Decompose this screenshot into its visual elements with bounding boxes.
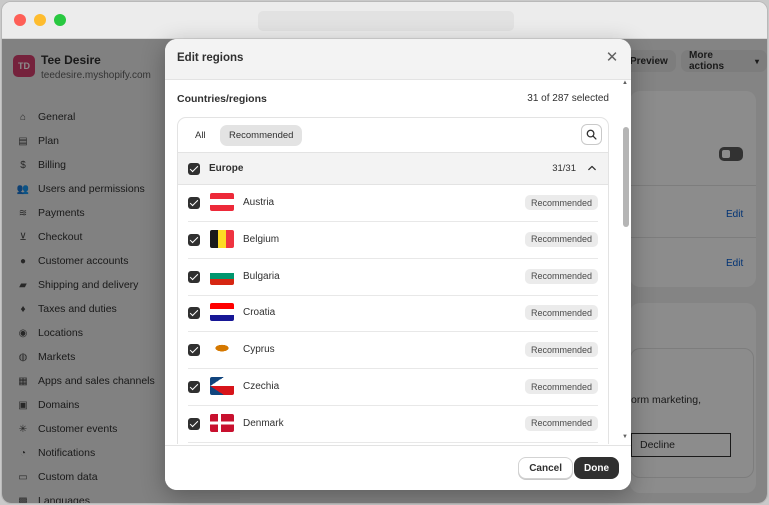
search-icon [586, 129, 597, 140]
country-checkbox[interactable] [188, 344, 200, 357]
country-row[interactable]: Austria Recommended [178, 185, 608, 222]
modal-footer: Cancel Done [165, 445, 631, 490]
group-count: 31/31 [552, 163, 576, 174]
country-name: Czechia [243, 381, 280, 392]
chevron-up-icon[interactable] [588, 164, 596, 172]
country-name: Belgium [243, 233, 280, 245]
modal-body: Countries/regions 31 of 287 selected All… [165, 80, 631, 444]
country-checkbox[interactable] [188, 270, 200, 283]
recommended-badge: Recommended [524, 305, 598, 321]
flag-icon [210, 340, 234, 359]
recommended-badge: Recommended [524, 268, 598, 284]
scrollbar-thumb[interactable] [623, 127, 629, 227]
address-bar[interactable] [258, 11, 514, 31]
recommended-badge: Recommended [524, 342, 598, 358]
country-name: Bulgaria [243, 270, 280, 282]
tab-recommended[interactable]: Recommended [220, 125, 303, 146]
group-label: Europe [209, 163, 244, 174]
country-checkbox[interactable] [188, 197, 200, 209]
country-row[interactable]: Cyprus Recommended [178, 332, 608, 370]
regions-list: All Recommended Europe 31/31 Austria Reco… [177, 117, 609, 444]
country-row[interactable]: Croatia Recommended [178, 295, 608, 333]
country-checkbox[interactable] [188, 307, 200, 320]
country-row[interactable]: Denmark Recommended [178, 406, 608, 443]
row-divider [188, 441, 598, 443]
flag-icon [210, 229, 234, 248]
country-name: Denmark [243, 417, 284, 429]
done-button[interactable]: Done [574, 457, 619, 479]
country-row[interactable]: Czechia Recommended [178, 369, 608, 406]
close-icon[interactable]: ✕ [605, 50, 619, 65]
group-row-europe[interactable]: Europe 31/31 [178, 152, 608, 185]
country-checkbox[interactable] [188, 381, 200, 393]
flag-icon [210, 377, 234, 395]
tab-all[interactable]: All [186, 125, 215, 146]
modal-title: Edit regions [177, 52, 244, 64]
cancel-button[interactable]: Cancel [518, 457, 573, 479]
scroll-down-arrow[interactable]: ▼ [622, 434, 628, 440]
selected-count: 31 of 287 selected [527, 93, 609, 104]
recommended-badge: Recommended [524, 379, 598, 394]
flag-icon [210, 303, 234, 322]
country-row[interactable]: Belgium Recommended [178, 222, 608, 259]
flag-icon [210, 193, 234, 211]
search-button[interactable] [581, 124, 602, 145]
filter-bar: All Recommended [178, 118, 608, 152]
group-checkbox[interactable] [188, 163, 200, 175]
flag-icon [210, 266, 234, 285]
title-bar [2, 2, 767, 39]
close-window-button[interactable] [14, 14, 26, 26]
edit-regions-modal: Edit regions ✕ Countries/regions 31 of 2… [165, 39, 631, 490]
maximize-window-button[interactable] [54, 14, 66, 26]
country-name: Croatia [243, 307, 276, 319]
country-checkbox[interactable] [188, 417, 200, 430]
recommended-badge: Recommended [524, 415, 598, 431]
minimize-window-button[interactable] [34, 14, 46, 26]
recommended-badge: Recommended [524, 195, 598, 210]
modal-header: Edit regions ✕ [165, 39, 631, 80]
recommended-badge: Recommended [524, 231, 598, 247]
country-name: Cyprus [243, 344, 275, 356]
country-row[interactable]: Bulgaria Recommended [178, 259, 608, 296]
scroll-up-arrow[interactable]: ▲ [622, 80, 628, 86]
flag-icon [210, 413, 234, 432]
section-title: Countries/regions [177, 93, 267, 105]
country-name: Austria [243, 197, 275, 208]
country-checkbox[interactable] [188, 233, 200, 246]
